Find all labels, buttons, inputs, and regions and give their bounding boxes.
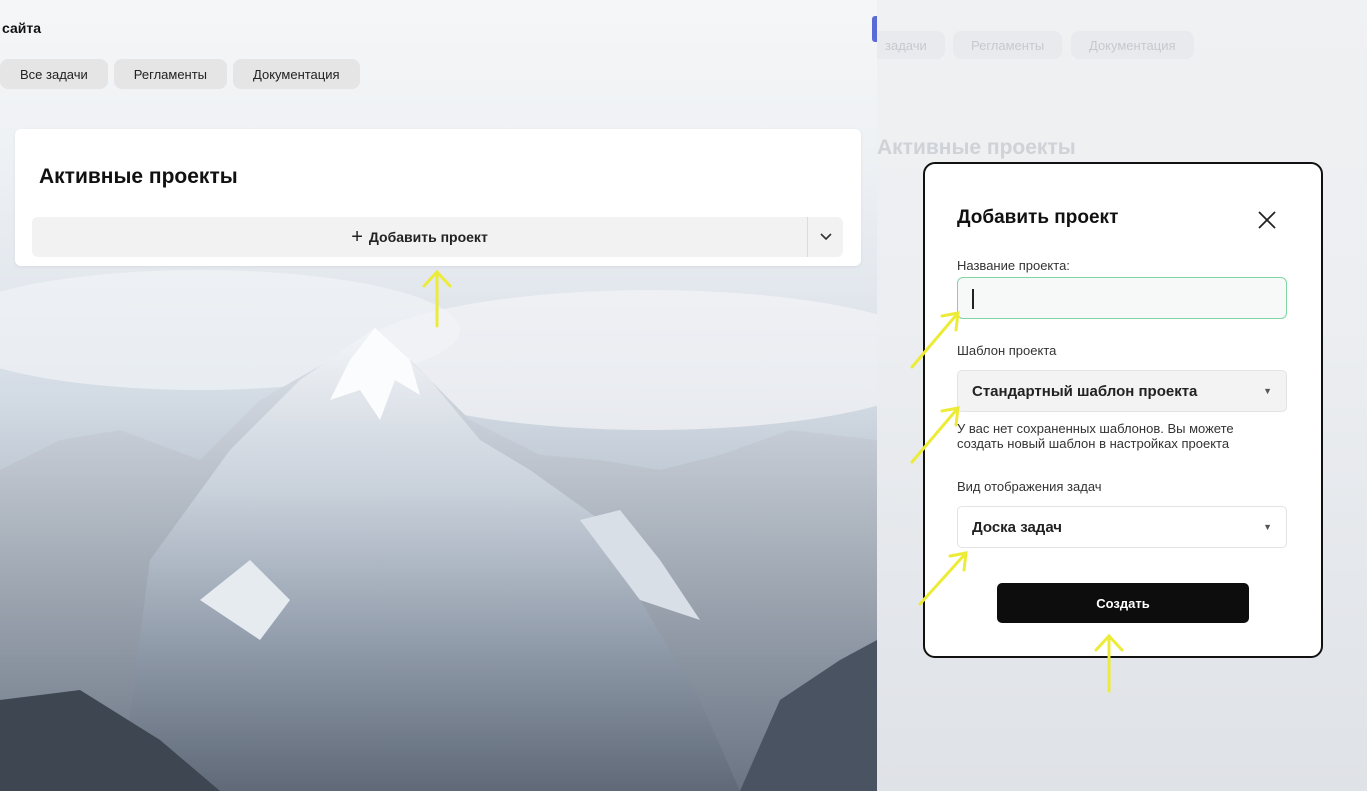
active-projects-card: Активные проекты + Добавить проект <box>15 129 861 266</box>
template-label: Шаблон проекта <box>957 343 1057 358</box>
text-caret <box>972 289 974 309</box>
template-value: Стандартный шаблон проекта <box>972 382 1198 400</box>
dropdown-arrow-icon: ▼ <box>1263 386 1272 396</box>
template-hint: У вас нет сохраненных шаблонов. Вы может… <box>957 421 1234 451</box>
project-name-label: Название проекта: <box>957 258 1070 273</box>
chevron-down-icon <box>819 233 832 241</box>
project-name-input[interactable] <box>957 277 1287 319</box>
template-select[interactable]: Стандартный шаблон проекта ▼ <box>957 370 1287 412</box>
view-select[interactable]: Доска задач ▼ <box>957 506 1287 548</box>
close-icon <box>1258 211 1276 229</box>
add-project-label: Добавить проект <box>368 229 488 245</box>
add-project-modal: Добавить проект Название проекта: Шаблон… <box>923 162 1323 658</box>
dropdown-arrow-icon: ▼ <box>1263 522 1272 532</box>
view-value: Доска задач <box>972 518 1062 536</box>
nav-tabs: Все задачи Регламенты Документация <box>0 59 360 89</box>
close-button[interactable] <box>1256 209 1278 231</box>
tab-all-tasks[interactable]: Все задачи <box>0 59 108 89</box>
add-project-button[interactable]: + Добавить проект <box>32 217 807 257</box>
modal-title: Добавить проект <box>957 207 1119 228</box>
mountain-background <box>0 270 877 791</box>
accent-edge <box>872 16 877 42</box>
add-project-dropdown-toggle[interactable] <box>807 217 843 257</box>
left-screenshot-panel: сайта Все задачи Регламенты Документация… <box>0 0 877 791</box>
tab-regulations[interactable]: Регламенты <box>113 59 228 89</box>
page-title: Активные проекты <box>39 165 238 188</box>
background-tab-tasks: задачи <box>877 31 945 59</box>
plus-icon: + <box>351 226 363 248</box>
create-button[interactable]: Создать <box>997 583 1249 623</box>
background-tab-documentation: Документация <box>1071 31 1194 59</box>
site-label: сайта <box>2 20 41 36</box>
tab-documentation[interactable]: Документация <box>233 59 360 89</box>
background-tab-regulations: Регламенты <box>953 31 1063 59</box>
view-label: Вид отображения задач <box>957 479 1102 494</box>
background-page-title: Активные проекты <box>877 136 1076 159</box>
add-project-bar: + Добавить проект <box>32 217 843 257</box>
